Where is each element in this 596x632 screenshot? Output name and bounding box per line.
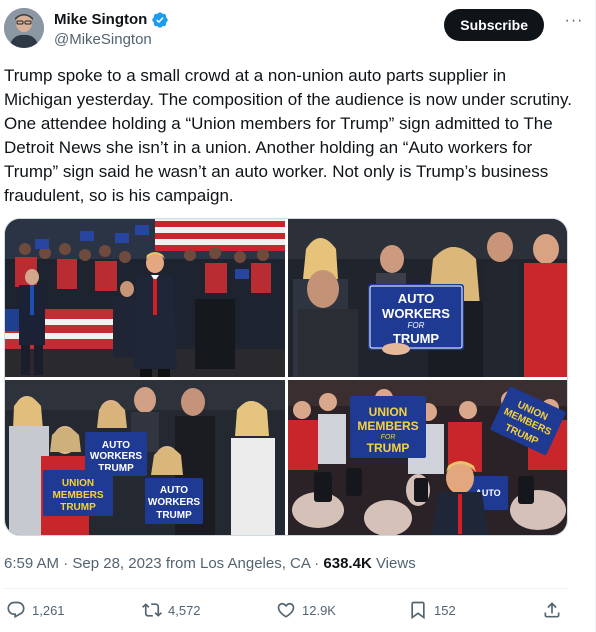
- tweet-meta: 6:59 AM · Sep 28, 2023 from Los Angeles,…: [4, 554, 416, 574]
- sign4a-members-text: MEMBERS: [357, 419, 418, 433]
- display-name-text[interactable]: Mike Sington: [54, 10, 147, 30]
- tweet-location: from Los Angeles, CA: [165, 555, 311, 572]
- author-display-name[interactable]: Mike Sington: [54, 10, 169, 30]
- sign-for-text: FOR: [408, 321, 425, 330]
- more-icon[interactable]: ···: [564, 13, 584, 34]
- sign-workers-text: WORKERS: [382, 306, 450, 321]
- verified-badge-icon[interactable]: [151, 11, 169, 29]
- tweet-text: Trump spoke to a small crowd at a non-un…: [4, 66, 572, 205]
- sign3a-auto-text: AUTO: [102, 440, 130, 451]
- sign3c-workers-text: WORKERS: [148, 497, 201, 508]
- sign4a-trump-text: TRUMP: [367, 441, 410, 455]
- sign3a-workers-text: WORKERS: [90, 451, 143, 462]
- like-button[interactable]: 12.9K: [276, 600, 336, 620]
- subscribe-button[interactable]: Subscribe: [444, 9, 544, 41]
- avatar[interactable]: [4, 8, 44, 48]
- media-photo-1[interactable]: [5, 219, 285, 377]
- sign3b-union-text: UNION: [62, 478, 94, 489]
- reply-count: 1,261: [32, 602, 65, 618]
- sign3c-trump-text: TRUMP: [156, 510, 192, 521]
- meta-separator: ·: [63, 555, 69, 572]
- media-grid: AUTO WORKERS FOR TRUMP AUTO WORKERS TRUM…: [4, 218, 568, 536]
- divider: [4, 588, 568, 589]
- repost-count: 4,572: [168, 602, 201, 618]
- bookmark-button[interactable]: 152: [408, 600, 456, 620]
- media-photo-2[interactable]: AUTO WORKERS FOR TRUMP: [288, 219, 567, 377]
- media-photo-4[interactable]: UNION MEMBERS FOR TRUMP UNION MEMBERS TR…: [288, 380, 567, 535]
- media-photo-3[interactable]: AUTO WORKERS TRUMP UNION MEMBERS TRUMP A…: [5, 380, 285, 535]
- bookmark-count: 152: [434, 602, 456, 618]
- sign4a-union-text: UNION: [369, 405, 408, 419]
- sign3b-trump-text: TRUMP: [60, 502, 96, 513]
- sign3b-members-text: MEMBERS: [52, 490, 103, 501]
- author-names: Mike Sington @MikeSington: [54, 10, 169, 50]
- repost-icon: [142, 603, 162, 617]
- reply-button[interactable]: 1,261: [6, 600, 65, 620]
- views-count: 638.4K: [323, 555, 372, 572]
- repost-button[interactable]: 4,572: [142, 600, 201, 620]
- sign4a-for-text: FOR: [381, 434, 396, 441]
- action-bar: 1,261 4,572 12.9K 152: [4, 600, 568, 628]
- share-button[interactable]: [542, 600, 562, 620]
- tweet-time[interactable]: 6:59 AM: [4, 555, 59, 572]
- reply-icon: [7, 601, 25, 619]
- views-label: Views: [375, 555, 416, 572]
- author-handle[interactable]: @MikeSington: [54, 30, 169, 50]
- tweet-date[interactable]: Sep 28, 2023: [72, 555, 161, 572]
- like-count: 12.9K: [302, 602, 336, 618]
- meta-separator: ·: [314, 555, 320, 572]
- bookmark-icon: [411, 601, 425, 620]
- share-icon: [544, 602, 560, 618]
- sign3c-auto-text: AUTO: [160, 485, 188, 496]
- sign-auto-text: AUTO: [398, 291, 435, 306]
- like-icon: [277, 602, 295, 618]
- tweet-header: Mike Sington @MikeSington Subscribe ···: [4, 8, 584, 52]
